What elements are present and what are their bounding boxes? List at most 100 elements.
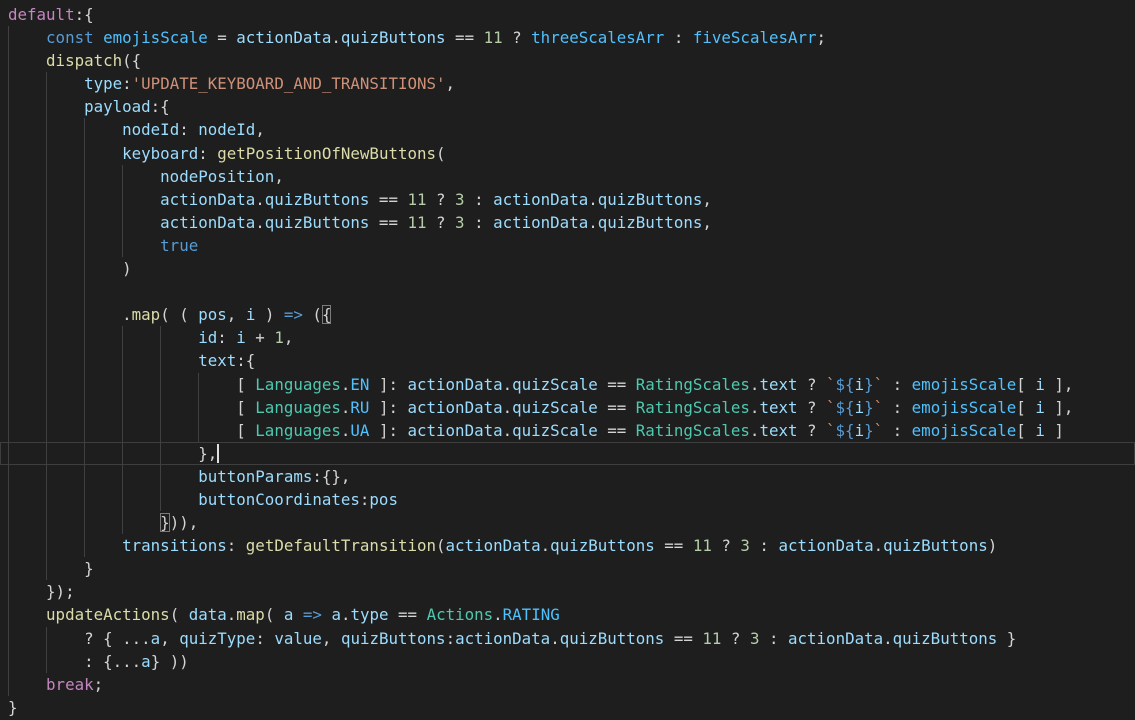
token-pun: == [369,189,408,209]
token-var: actionData [160,212,256,232]
token-str: 'UPDATE_KEYBOARD_AND_TRANSITIONS' [131,74,446,94]
token-pun [94,28,104,47]
token-pun: ], [1044,374,1074,394]
token-var: quizButtons [559,628,665,648]
code-line[interactable]: .map( ( pos, i ) => ({ [0,303,1135,327]
code-line[interactable]: nodeId: nodeId, [0,118,1135,142]
code-line[interactable]: nodePosition, [0,164,1135,188]
code-text: payload:{ [0,95,170,118]
code-line[interactable]: true [0,233,1135,258]
token-var: type [84,74,123,94]
token-var: quizScale [512,397,598,417]
code-text: text:{ [0,349,255,372]
token-pun: ( [302,305,322,325]
token-var: quizButtons [340,628,446,648]
token-var: actionData [455,628,551,648]
token-num: 11 [483,28,503,48]
code-text: })), [0,511,198,534]
code-line[interactable]: [ Languages.EN ]: actionData.quizScale =… [0,372,1135,396]
code-line[interactable]: [ Languages.RU ]: actionData.quizScale =… [0,395,1135,419]
token-pun: , [321,628,341,648]
token-fn: map [131,305,161,325]
token-pun: } [8,697,18,717]
token-str: ` [826,397,836,417]
code-line[interactable]: } [0,557,1135,581]
code-line[interactable]: updateActions( data.map( a => a.type == … [0,603,1135,627]
token-str: ` [873,420,884,440]
token-var: actionData [407,420,503,440]
token-pun: . [226,605,237,625]
token-pun: . [331,28,341,48]
code-line[interactable]: ? { ...a, quizType: value, quizButtons:a… [0,626,1135,650]
code-text: dispatch({ [0,49,141,72]
token-pun: }, [198,443,218,463]
token-pun: ( [436,143,446,163]
token-num: 11 [702,628,722,648]
token-pun: , [255,120,265,140]
token-pun: . [749,420,760,440]
token-var: i [1035,397,1045,417]
token-pun: ? [426,189,456,209]
token-pun: == [664,628,703,648]
code-text: ) [0,257,132,280]
token-cnst: emojisScale [103,28,208,48]
token-pun: . [122,305,132,325]
code-line[interactable]: dispatch({ [0,49,1135,73]
token-pun: . [883,628,893,648]
token-pun: , [702,189,712,209]
token-var: quizButtons [264,189,370,209]
token-kw1: default [8,5,75,24]
token-pun: . [340,374,351,394]
token-var: a [331,605,341,625]
token-cls: Languages [255,374,341,394]
token-pun: == [369,212,408,232]
code-line[interactable]: [ Languages.UA ]: actionData.quizScale =… [0,418,1135,442]
token-var: i [854,374,865,394]
code-line[interactable] [0,280,1135,304]
token-var: quizButtons [892,628,998,648]
token-var: quizButtons [550,536,655,556]
code-line-current[interactable]: }, [0,441,1135,465]
token-pun: ]: [369,397,408,417]
token-pun: } [84,559,94,579]
code-line[interactable]: break; [0,672,1135,696]
code-line[interactable]: const emojisScale = actionData.quizButto… [0,26,1135,50]
token-var: a [283,605,294,625]
token-var: actionData [407,397,503,417]
code-line[interactable]: ) [0,257,1135,281]
token-var: data [188,605,227,625]
code-line[interactable]: keyboard: getPositionOfNewButtons( [0,141,1135,165]
token-pun: . [502,420,513,440]
code-line[interactable]: default:{ [0,3,1135,26]
token-cls: RatingScales [635,397,750,417]
code-line[interactable]: } [0,696,1135,719]
token-pun: [ [1016,374,1036,394]
code-line[interactable]: }); [0,580,1135,604]
code-line[interactable]: buttonParams:{}, [0,464,1135,488]
token-pun: : [464,212,494,232]
code-line[interactable]: payload:{ [0,95,1135,119]
token-cnst: fiveScalesArr [692,28,817,48]
code-line[interactable]: })), [0,511,1135,535]
code-line[interactable]: actionData.quizButtons == 11 ? 3 : actio… [0,187,1135,211]
code-editor[interactable]: default:{ const emojisScale = actionData… [0,0,1135,720]
token-pun: : [664,28,693,48]
code-line[interactable]: : {...a} )) [0,649,1135,673]
code-line[interactable]: buttonCoordinates:pos [0,487,1135,512]
token-var: actionData [407,374,503,394]
code-line[interactable]: actionData.quizButtons == 11 ? 3 : actio… [0,210,1135,234]
token-var: i [854,420,865,440]
token-var: quizButtons [264,212,370,232]
code-line[interactable]: text:{ [0,349,1135,373]
code-line[interactable]: type:'UPDATE_KEYBOARD_AND_TRANSITIONS', [0,72,1135,96]
token-var: id [198,328,218,348]
token-pun: == [597,397,636,417]
token-var: actionData [778,536,874,556]
indent-guide [84,280,86,304]
token-cnst: emojisScale [911,397,1017,417]
code-line[interactable]: transitions: getDefaultTransition(action… [0,534,1135,558]
token-pun: ? [711,536,741,556]
token-pun: : [883,397,912,417]
code-line[interactable]: id: i + 1, [0,326,1135,350]
token-pun: . [502,374,513,394]
